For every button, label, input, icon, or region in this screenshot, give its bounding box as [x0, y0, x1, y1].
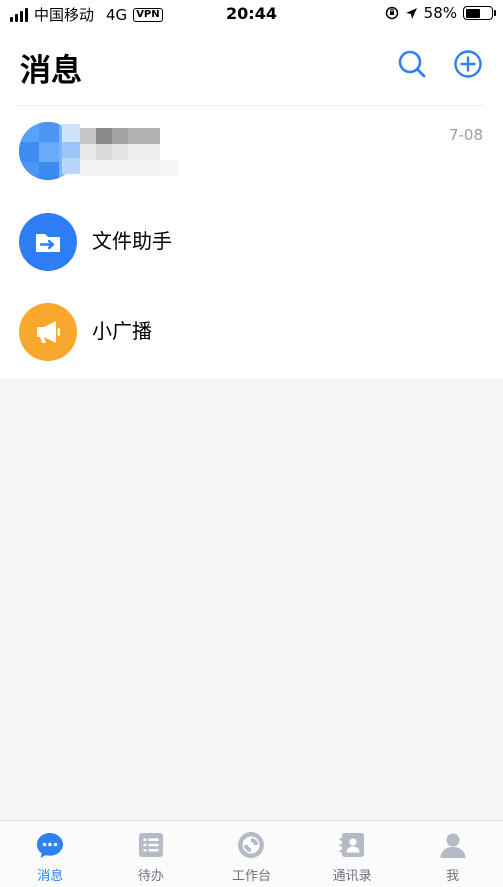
search-icon[interactable]: [396, 48, 428, 80]
conversation-list: 7-08 文件助手 小广播: [0, 106, 503, 378]
tab-label: 消息: [37, 869, 64, 884]
tab-label: 待办: [137, 869, 164, 884]
contacts-icon: [339, 833, 365, 857]
location-arrow-icon: [405, 7, 417, 19]
battery-fill: [465, 8, 480, 18]
battery-icon: [463, 6, 496, 20]
conversation-title: 文件助手: [92, 229, 172, 253]
megaphone-glyph: [37, 321, 60, 343]
tab-bar: 消息 待办 工作台 通讯录 我: [0, 820, 503, 887]
chat-bubble-icon: [37, 833, 64, 858]
tab-contacts[interactable]: 通讯录: [302, 821, 403, 887]
workbench-icon: [238, 832, 265, 858]
tab-todo[interactable]: 待办: [101, 821, 202, 887]
conversation-item[interactable]: 7-08: [0, 106, 503, 196]
conversation-title: 小广播: [92, 319, 152, 343]
profile-icon: [440, 833, 466, 858]
folder-icon: [36, 234, 60, 252]
todo-list-icon: [138, 833, 163, 857]
tab-messages[interactable]: 消息: [0, 821, 101, 887]
conversation-item-broadcast[interactable]: 小广播: [0, 289, 503, 379]
status-right: 58%: [385, 4, 496, 22]
add-circle-icon[interactable]: [452, 48, 484, 80]
tab-label: 我: [446, 869, 460, 884]
tab-label: 工作台: [231, 869, 271, 884]
tab-workbench[interactable]: 工作台: [201, 821, 302, 887]
page-title: 消息: [20, 53, 82, 89]
battery-percent: 58%: [423, 4, 457, 22]
header: 消息: [0, 30, 503, 106]
conversation-item-file-assistant[interactable]: 文件助手: [0, 199, 503, 289]
tab-label: 通讯录: [332, 869, 372, 884]
empty-area: [0, 378, 503, 820]
conversation-time: 7-08: [448, 126, 483, 144]
blurred-name: [62, 124, 180, 176]
orientation-lock-icon: [385, 6, 398, 20]
megaphone-icon: [19, 303, 77, 361]
tab-me[interactable]: 我: [402, 821, 503, 887]
folder-transfer-icon: [19, 213, 77, 271]
status-bar: 中国移动 4G VPN 20:44 58%: [0, 0, 503, 30]
